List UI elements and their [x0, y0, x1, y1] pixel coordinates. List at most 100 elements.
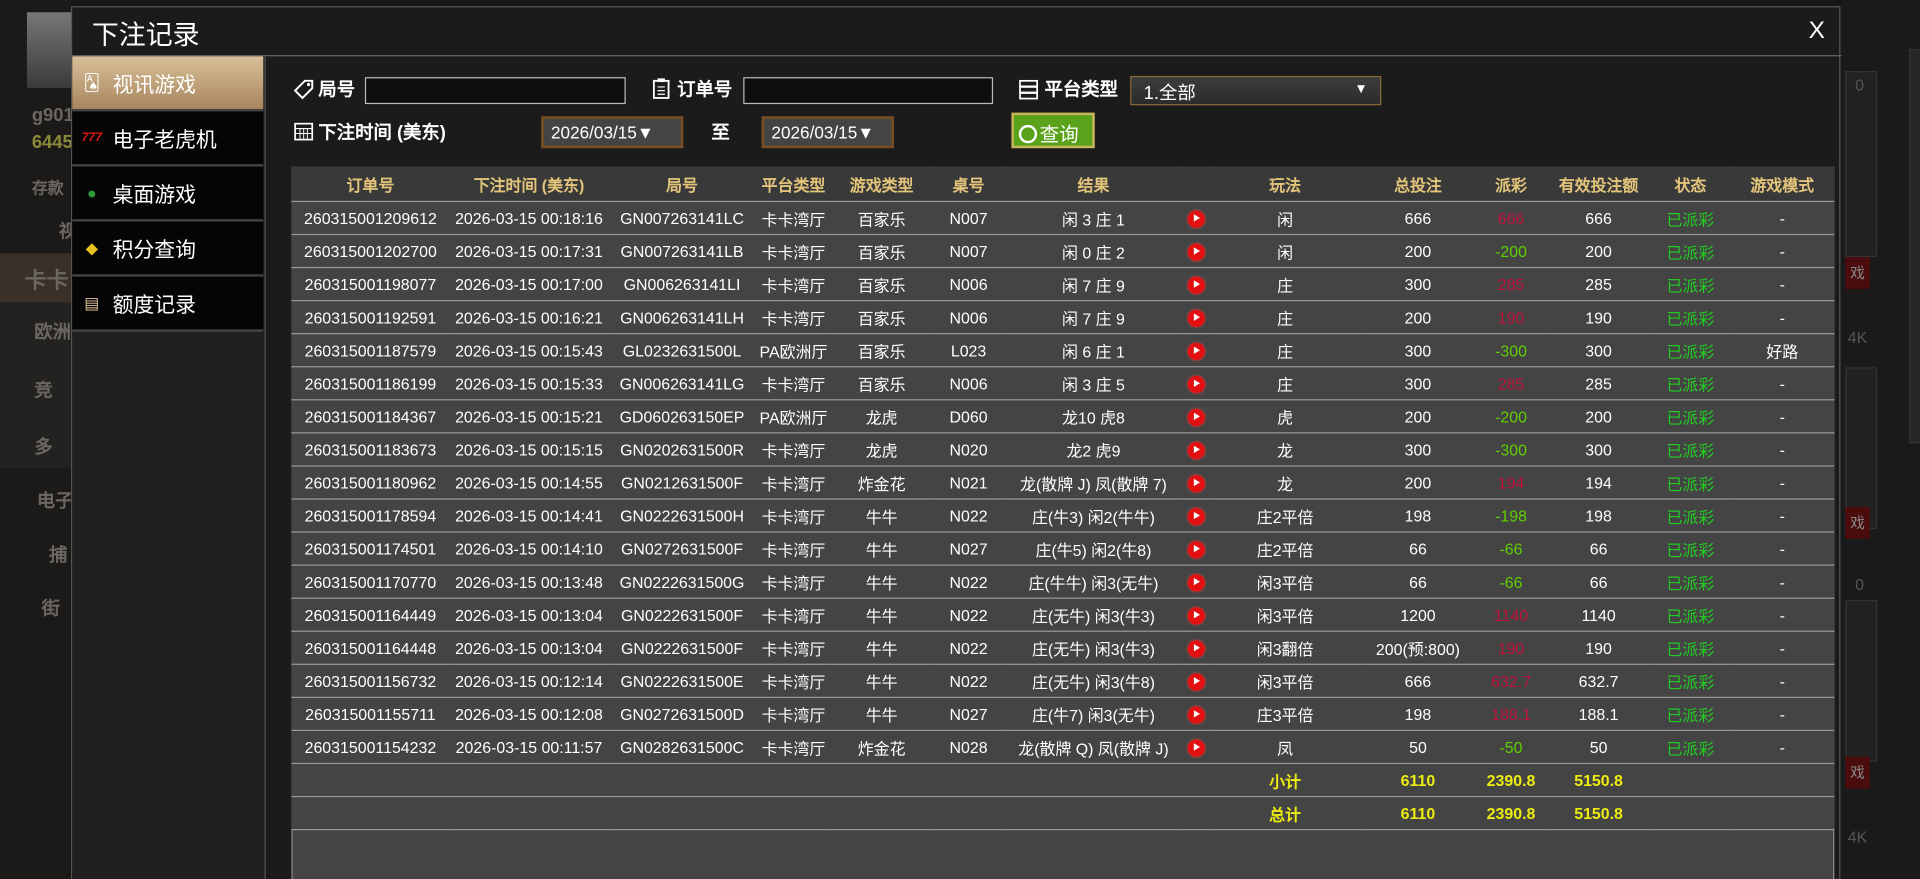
- play-video-icon[interactable]: [1187, 507, 1205, 526]
- bet-option-cell: 庄2平倍: [1209, 498, 1361, 533]
- divider: [72, 55, 1842, 57]
- bg-fragment: 0: [1855, 75, 1864, 95]
- play-video-icon[interactable]: [1187, 574, 1205, 592]
- replay-cell: [1181, 432, 1210, 467]
- play-video-icon[interactable]: [1187, 375, 1205, 393]
- platform-cell: 卡卡湾厅: [755, 598, 832, 632]
- round-id-cell: GN0222631500E: [608, 664, 756, 698]
- play-video-icon[interactable]: [1187, 309, 1205, 327]
- play-video-icon[interactable]: [1187, 408, 1205, 426]
- menu-item-3[interactable]: ◆ 积分查询: [72, 221, 264, 277]
- play-video-icon[interactable]: [1187, 474, 1205, 492]
- result-cell: 闲 3 庄 5: [1005, 366, 1182, 401]
- column-header: 桌号: [931, 166, 1006, 203]
- order-input[interactable]: [743, 77, 994, 105]
- play-video-icon[interactable]: [1187, 706, 1205, 724]
- query-button[interactable]: 查询: [1011, 112, 1095, 149]
- round-input[interactable]: [364, 77, 626, 105]
- platform-select[interactable]: 1.全部 ▼: [1130, 75, 1382, 106]
- game-mode-cell: -: [1730, 664, 1835, 698]
- total-bet-cell: 200: [1360, 234, 1476, 269]
- replay-cell: [1181, 333, 1210, 368]
- payout-cell: -300: [1475, 432, 1547, 467]
- valid-bet-cell: 300: [1546, 333, 1651, 368]
- date-from-picker[interactable]: 2026/03/15▼: [541, 116, 684, 149]
- play-video-icon[interactable]: [1187, 640, 1205, 658]
- platform-select-value: 1.全部: [1143, 83, 1196, 105]
- menu-item-4[interactable]: ▤ 额度记录: [72, 276, 264, 332]
- play-video-icon[interactable]: [1187, 540, 1205, 559]
- bet-table: 订单号 下注时间 (美东) 局号 平台类型 游戏类型 桌号 结果 玩法 总投注 派彩 有效投注额 状态…: [291, 166, 1835, 831]
- table-id-cell: N006: [931, 366, 1006, 401]
- bg-username: g901: [31, 105, 74, 127]
- payout-cell: -300: [1475, 333, 1547, 368]
- table-row: 260315001202700 2026-03-15 00:17:31 GN0072…: [291, 234, 1835, 269]
- document-icon: ▤: [84, 293, 100, 312]
- status-cell: 已派彩: [1650, 465, 1731, 500]
- menu-item-0[interactable]: 🂡 视讯游戏: [72, 56, 264, 112]
- table-id-cell: N020: [931, 432, 1006, 467]
- bet-option-cell: 闲3平倍: [1209, 664, 1361, 698]
- valid-bet-cell: 198: [1546, 498, 1651, 533]
- game-mode-cell: -: [1730, 399, 1835, 434]
- bet-time-cell: 2026-03-15 00:11:57: [449, 730, 609, 765]
- play-video-icon[interactable]: [1187, 441, 1205, 459]
- date-to-picker[interactable]: 2026/03/15▼: [761, 116, 894, 149]
- replay-cell: [1181, 697, 1210, 732]
- replay-cell: [1181, 565, 1210, 599]
- play-video-icon[interactable]: [1187, 739, 1205, 757]
- background-right-panel: 0 戏 4K 戏 0 戏 4K: [1840, 0, 1920, 879]
- table-row: 260315001180962 2026-03-15 00:14:55 GN0212…: [291, 465, 1835, 500]
- replay-cell: [1181, 631, 1210, 665]
- result-cell: 庄(无牛) 闲3(牛8): [1005, 664, 1182, 698]
- menu-item-2[interactable]: ● 桌面游戏: [72, 166, 264, 222]
- game-mode-cell: -: [1730, 598, 1835, 632]
- play-video-icon[interactable]: [1187, 243, 1205, 261]
- platform-cell: 卡卡湾厅: [755, 201, 832, 236]
- play-video-icon[interactable]: [1187, 342, 1205, 360]
- scrollbar[interactable]: [1908, 48, 1920, 444]
- result-cell: 闲 3 庄 1: [1005, 201, 1182, 236]
- total-bet-cell: 300: [1360, 432, 1476, 467]
- payout-cell: 188.1: [1475, 697, 1547, 732]
- round-id-cell: GD060263150EP: [608, 399, 756, 434]
- menu-item-1[interactable]: 777 电子老虎机: [72, 111, 264, 167]
- close-icon[interactable]: X: [1809, 17, 1825, 45]
- order-id-cell: 260315001178594: [291, 498, 450, 533]
- dropdown-arrow-icon: ▼: [1354, 82, 1368, 97]
- play-video-icon[interactable]: [1187, 607, 1205, 625]
- round-id-cell: GN006263141LI: [608, 267, 756, 302]
- play-video-icon[interactable]: [1187, 276, 1205, 294]
- valid-bet-cell: 666: [1546, 201, 1651, 236]
- total-bet-cell: 200: [1360, 399, 1476, 434]
- bg-fragment: 戏: [1845, 756, 1870, 789]
- bet-time-cell: 2026-03-15 00:17:31: [449, 234, 609, 269]
- table-row: 260315001170770 2026-03-15 00:13:48 GN0222…: [291, 565, 1835, 599]
- bet-option-cell: 庄: [1209, 267, 1361, 302]
- bg-fragment: 捕: [48, 544, 68, 566]
- query-button-label: 查询: [1039, 124, 1079, 146]
- game-type-cell: 牛牛: [831, 498, 932, 533]
- platform-cell: PA欧洲厅: [755, 333, 832, 368]
- bg-fragment: 多: [34, 437, 53, 458]
- status-cell: 已派彩: [1650, 598, 1731, 632]
- order-id-cell: 260315001183673: [291, 432, 450, 467]
- order-id-cell: 260315001174501: [291, 532, 450, 566]
- table-row: 260315001184367 2026-03-15 00:15:21 GD0602…: [291, 399, 1835, 434]
- table-row: 260315001155711 2026-03-15 00:12:08 GN0272…: [291, 697, 1835, 732]
- order-id-cell: 260315001187579: [291, 333, 450, 368]
- bet-option-cell: 庄2平倍: [1209, 532, 1361, 566]
- play-video-icon[interactable]: [1187, 210, 1205, 228]
- server-icon: [1019, 79, 1039, 100]
- play-video-icon[interactable]: [1187, 673, 1205, 691]
- order-id-cell: 260315001154232: [291, 730, 450, 765]
- game-mode-cell: -: [1730, 300, 1835, 335]
- round-id-cell: GN0222631500G: [608, 565, 756, 599]
- platform-cell: 卡卡湾厅: [755, 267, 832, 302]
- platform-cell: 卡卡湾厅: [755, 697, 832, 732]
- valid-bet-cell: 285: [1546, 267, 1651, 302]
- bet-time-cell: 2026-03-15 00:15:15: [449, 432, 609, 467]
- table-id-cell: N027: [931, 697, 1006, 732]
- column-header: 游戏模式: [1730, 166, 1835, 203]
- column-header: [1181, 166, 1210, 203]
